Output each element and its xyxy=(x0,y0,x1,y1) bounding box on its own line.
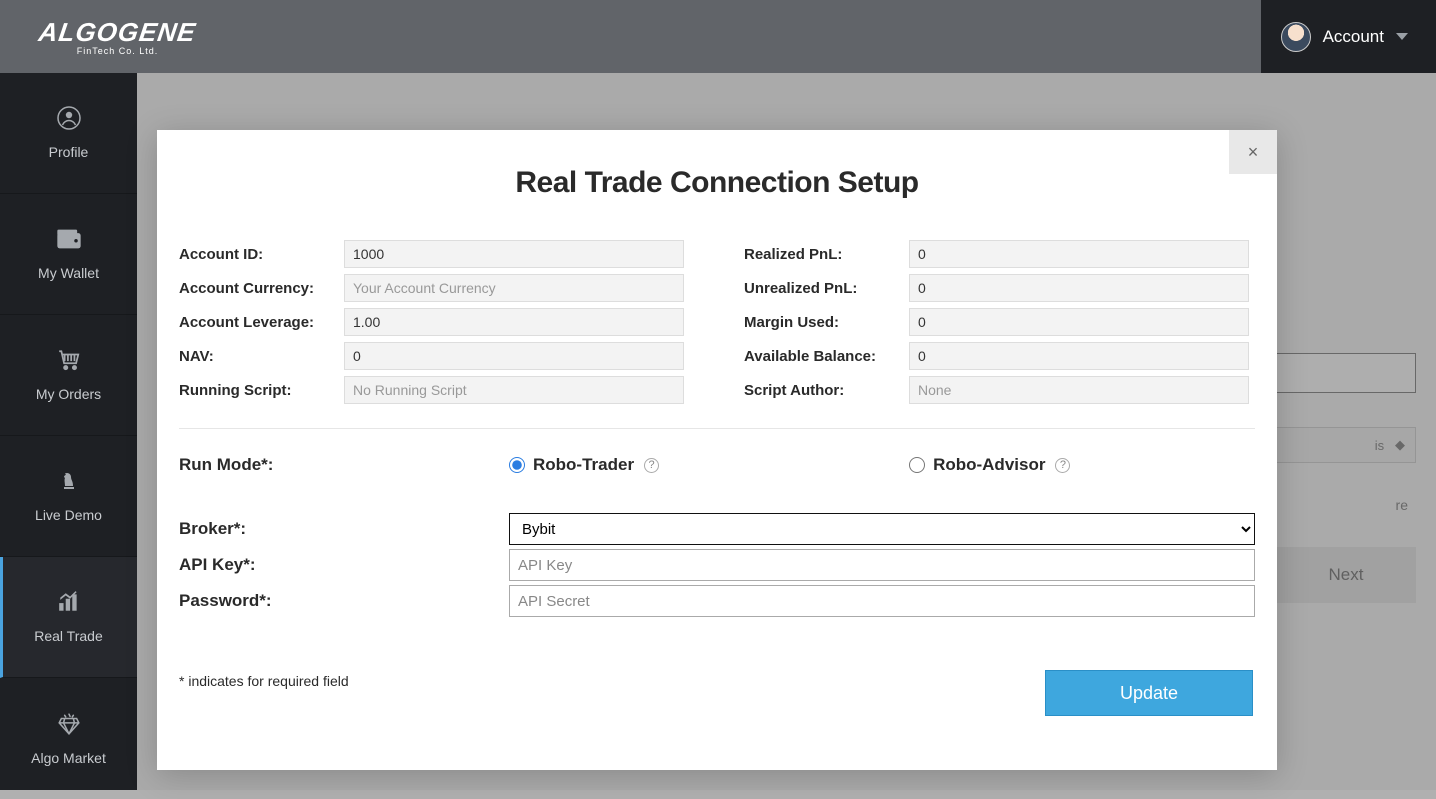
input-running-script[interactable] xyxy=(344,376,684,404)
sidebar-item-orders[interactable]: My Orders xyxy=(0,315,137,436)
input-password[interactable] xyxy=(509,585,1255,617)
label-running-script: Running Script: xyxy=(179,382,344,399)
input-script-author[interactable] xyxy=(909,376,1249,404)
update-button[interactable]: Update xyxy=(1045,670,1253,716)
sidebar-item-label: Real Trade xyxy=(34,628,102,644)
logo[interactable]: ALGOGENE FinTech Co. Ltd. xyxy=(0,0,235,73)
input-account-currency[interactable] xyxy=(344,274,684,302)
sidebar-item-live-demo[interactable]: Live Demo xyxy=(0,436,137,557)
chart-up-icon xyxy=(55,590,83,618)
run-mode-row: Run Mode*: Robo-Trader ? Robo-Advisor ? xyxy=(179,455,1255,475)
account-menu[interactable]: Account xyxy=(1261,0,1436,73)
account-label: Account xyxy=(1323,27,1384,47)
label-nav: NAV: xyxy=(179,348,344,365)
help-icon[interactable]: ? xyxy=(644,458,659,473)
sidebar-item-label: Algo Market xyxy=(31,750,106,766)
close-icon: × xyxy=(1248,142,1259,163)
profile-icon xyxy=(55,106,83,134)
sidebar-item-real-trade[interactable]: Real Trade xyxy=(0,557,137,678)
input-margin-used[interactable] xyxy=(909,308,1249,336)
input-nav[interactable] xyxy=(344,342,684,370)
label-account-id: Account ID: xyxy=(179,246,344,263)
broker-section: Broker*: Bybit API Key*: Password*: xyxy=(179,513,1255,617)
top-bar: ALGOGENE FinTech Co. Ltd. Account xyxy=(0,0,1436,73)
input-account-leverage[interactable] xyxy=(344,308,684,336)
label-api-key: API Key*: xyxy=(179,555,509,575)
cart-icon xyxy=(55,348,83,376)
label-script-author: Script Author: xyxy=(744,382,909,399)
sidebar-item-label: Live Demo xyxy=(35,507,102,523)
logo-main-text: ALGOGENE xyxy=(37,17,198,48)
sidebar-item-label: My Orders xyxy=(36,386,101,402)
help-icon[interactable]: ? xyxy=(1055,458,1070,473)
label-margin-used: Margin Used: xyxy=(744,314,909,331)
avatar-icon xyxy=(1281,22,1311,52)
label-run-mode: Run Mode*: xyxy=(179,455,509,475)
label-account-currency: Account Currency: xyxy=(179,280,344,297)
radio-robo-trader-label: Robo-Trader xyxy=(533,455,634,475)
sidebar: Profile My Wallet My Orders Live Demo Re… xyxy=(0,73,137,790)
sidebar-item-profile[interactable]: Profile xyxy=(0,73,137,194)
input-account-id[interactable] xyxy=(344,240,684,268)
input-available-balance[interactable] xyxy=(909,342,1249,370)
real-trade-setup-modal: × Real Trade Connection Setup Account ID… xyxy=(157,130,1277,770)
diamond-icon xyxy=(55,712,83,740)
chess-knight-icon xyxy=(55,469,83,497)
input-api-key[interactable] xyxy=(509,549,1255,581)
chevron-down-icon xyxy=(1396,33,1408,40)
radio-robo-trader-input[interactable] xyxy=(509,457,525,473)
sidebar-item-algo-market[interactable]: Algo Market xyxy=(0,678,137,799)
close-button[interactable]: × xyxy=(1229,130,1277,174)
label-account-leverage: Account Leverage: xyxy=(179,314,344,331)
label-available-balance: Available Balance: xyxy=(744,348,909,365)
label-realized-pnl: Realized PnL: xyxy=(744,246,909,263)
input-unrealized-pnl[interactable] xyxy=(909,274,1249,302)
label-unrealized-pnl: Unrealized PnL: xyxy=(744,280,909,297)
wallet-icon xyxy=(55,227,83,255)
radio-robo-trader[interactable]: Robo-Trader ? xyxy=(509,455,659,475)
input-realized-pnl[interactable] xyxy=(909,240,1249,268)
sidebar-item-label: My Wallet xyxy=(38,265,99,281)
radio-robo-advisor-label: Robo-Advisor xyxy=(933,455,1045,475)
label-password: Password*: xyxy=(179,591,509,611)
radio-robo-advisor[interactable]: Robo-Advisor ? xyxy=(909,455,1070,475)
label-broker: Broker*: xyxy=(179,519,509,539)
sidebar-item-label: Profile xyxy=(49,144,89,160)
divider xyxy=(179,428,1255,429)
run-mode-radio-group: Robo-Trader ? Robo-Advisor ? xyxy=(509,455,1070,475)
modal-title: Real Trade Connection Setup xyxy=(157,166,1277,200)
select-broker[interactable]: Bybit xyxy=(509,513,1255,545)
account-info-grid: Account ID: Realized PnL: Account Curren… xyxy=(179,240,1255,404)
sidebar-item-wallet[interactable]: My Wallet xyxy=(0,194,137,315)
radio-robo-advisor-input[interactable] xyxy=(909,457,925,473)
